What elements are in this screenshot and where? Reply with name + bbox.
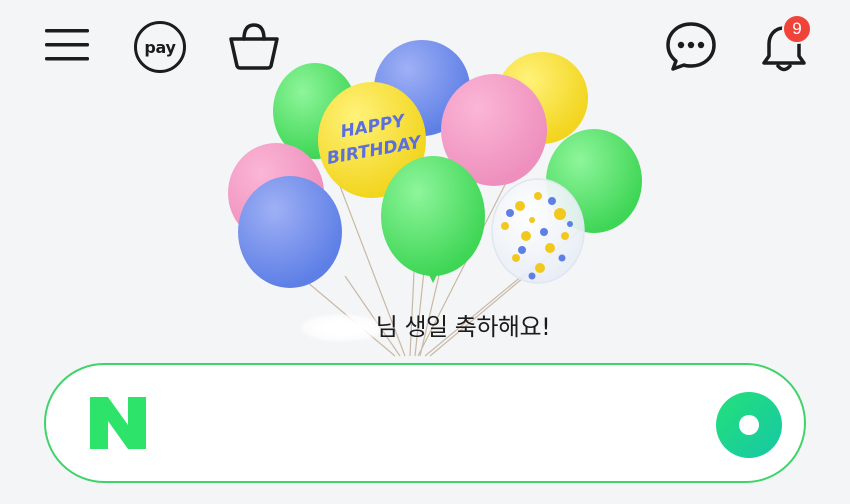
notification-button[interactable]: 9 bbox=[752, 14, 816, 76]
chat-button[interactable] bbox=[662, 18, 720, 74]
pay-icon: pay bbox=[134, 21, 186, 73]
hamburger-menu-icon bbox=[45, 29, 89, 61]
user-name-redacted bbox=[299, 314, 384, 342]
pay-label: pay bbox=[144, 37, 176, 57]
search-input[interactable] bbox=[176, 395, 680, 453]
search-bar[interactable] bbox=[44, 363, 806, 483]
pay-button[interactable]: pay bbox=[128, 18, 192, 76]
menu-button[interactable] bbox=[40, 20, 94, 70]
green-dot-icon bbox=[739, 415, 759, 435]
notification-badge: 9 bbox=[782, 14, 812, 44]
birthday-message-text: 님 생일 축하해요! bbox=[375, 313, 551, 341]
green-dot-button[interactable] bbox=[716, 392, 782, 458]
naver-n-logo-icon bbox=[90, 397, 146, 449]
birthday-message: 님 생일 축하해요! bbox=[0, 307, 850, 342]
chat-bubble-icon bbox=[666, 22, 716, 71]
